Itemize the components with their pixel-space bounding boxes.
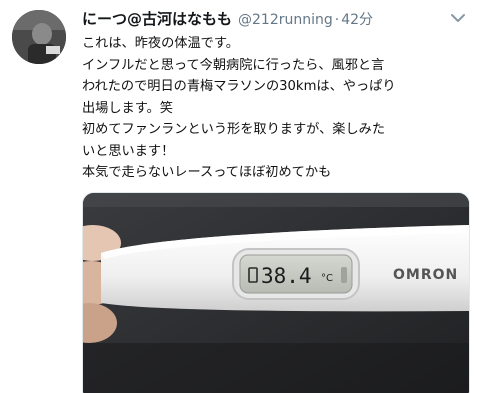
display-name[interactable]: にーつ@古河はなもも [82, 8, 232, 29]
tweet-header: にーつ@古河はなもも @212running · 42分 [82, 8, 373, 28]
tweet-line: これは、昨夜の体温です。 [82, 36, 239, 51]
user-handle[interactable]: @212running [238, 12, 333, 28]
avatar[interactable] [12, 10, 66, 64]
thermometer-brand: OMRON [393, 267, 458, 283]
header-separator: · [334, 12, 340, 28]
tweet-line: インフルだと思って今朝病院に行ったら、風邪と言 [82, 57, 385, 73]
temperature-reading: 38.4 [261, 264, 312, 288]
chevron-down-icon[interactable] [449, 10, 467, 24]
temperature-unit: °C [321, 273, 333, 284]
tweet-line: 出場します。笑 [82, 100, 173, 116]
tweet-line: 初めてファンランという形を取りますが、楽しみた [82, 122, 386, 137]
tweet-line: われたので明日の青梅マラソンの30kmは、やっぱり [82, 79, 396, 94]
tweet-line: 本気で走らないレースってほぼ初めてかも [82, 165, 332, 180]
timestamp[interactable]: 42分 [341, 9, 373, 29]
tweet-text: これは、昨夜の体温です。 インフルだと思って今朝病院に行ったら、風邪と言 われた… [82, 33, 474, 184]
tweet-photo[interactable]: 38.4 °C OMRON [82, 192, 470, 393]
tweet: にーつ@古河はなもも @212running · 42分 これは、昨夜の体温です… [0, 0, 480, 393]
tweet-line: いと思います！ [82, 143, 175, 159]
